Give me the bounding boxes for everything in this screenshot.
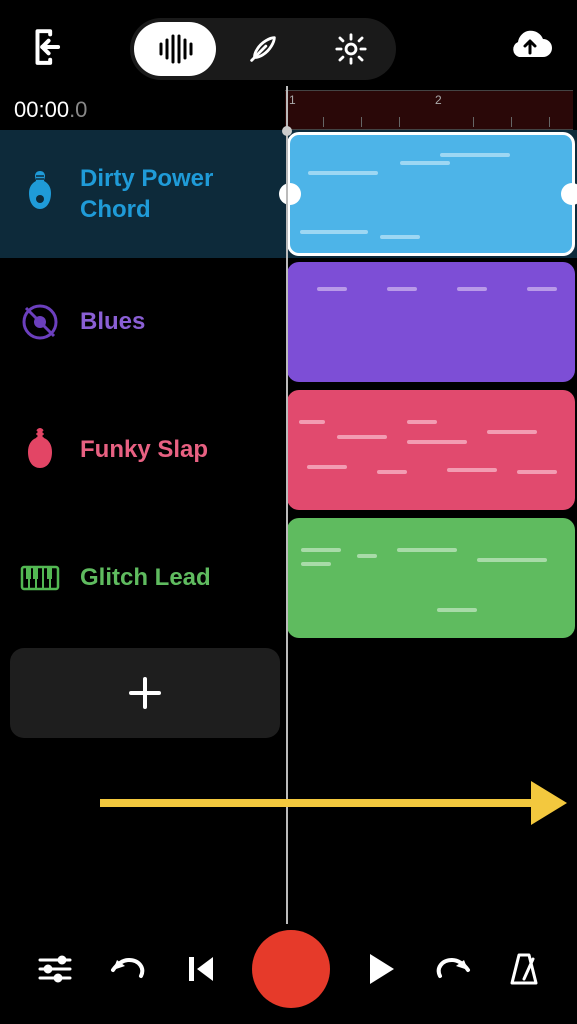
soundwave-icon (155, 34, 195, 64)
tab-settings[interactable] (310, 22, 392, 76)
exit-button[interactable] (24, 24, 70, 75)
track-row[interactable]: Funky Slap (0, 386, 577, 514)
play-icon (366, 952, 396, 986)
instrument-icon-drums (10, 302, 70, 342)
clip-handle-left[interactable] (279, 183, 301, 205)
transport-bar (0, 930, 577, 1008)
skip-back-button[interactable] (185, 953, 217, 985)
metronome-button[interactable] (507, 951, 541, 987)
skip-back-icon (185, 953, 217, 985)
playhead-handle[interactable] (282, 126, 292, 136)
feather-icon (246, 32, 280, 66)
instrument-icon-guitar (10, 169, 70, 219)
instrument-icon-bass (10, 426, 70, 474)
tab-soundwave[interactable] (134, 22, 216, 76)
audio-clip[interactable] (287, 518, 575, 638)
guitar-icon (23, 169, 57, 219)
ruler-marker: 1 (289, 93, 296, 107)
track-label: Blues (70, 306, 260, 337)
undo-icon (109, 954, 149, 984)
ruler-marker: 2 (435, 93, 442, 107)
record-button[interactable] (252, 930, 330, 1008)
bass-icon (25, 426, 55, 474)
top-toolbar (0, 0, 577, 90)
track-label: Funky Slap (70, 434, 260, 465)
track-label: Glitch Lead (70, 562, 260, 593)
upload-button[interactable] (507, 29, 553, 70)
timecode-frac: .0 (69, 97, 87, 122)
redo-button[interactable] (432, 954, 472, 984)
tab-lyrics[interactable] (222, 22, 304, 76)
undo-button[interactable] (109, 954, 149, 984)
metronome-icon (507, 951, 541, 987)
plus-icon (127, 675, 163, 711)
tracks-container: Dirty Power Chord Blues (0, 130, 577, 738)
track-label: Dirty Power Chord (70, 163, 260, 225)
audio-clip[interactable] (287, 132, 575, 256)
track-row[interactable]: Glitch Lead (0, 514, 577, 642)
timecode-display: 00:00.0 (0, 97, 87, 123)
sliders-icon (36, 952, 74, 986)
redo-icon (432, 954, 472, 984)
cloud-upload-icon (507, 29, 553, 65)
mode-tabs (130, 18, 396, 80)
audio-clip[interactable] (287, 390, 575, 510)
mixer-button[interactable] (36, 952, 74, 986)
audio-clip[interactable] (287, 262, 575, 382)
timecode-main: 00:00 (14, 97, 69, 122)
add-track-button[interactable] (10, 648, 280, 738)
clip-handle-right[interactable] (561, 183, 577, 205)
timeline-header: 00:00.0 1 2 (0, 90, 577, 130)
track-row[interactable]: Dirty Power Chord (0, 130, 577, 258)
play-button[interactable] (366, 952, 396, 986)
keyboard-icon (20, 563, 60, 593)
annotation-arrow (100, 788, 567, 818)
exit-icon (28, 28, 66, 66)
instrument-icon-keys (10, 563, 70, 593)
track-row[interactable]: Blues (0, 258, 577, 386)
ruler[interactable]: 1 2 (285, 90, 573, 130)
drums-icon (20, 302, 60, 342)
gear-icon (334, 32, 368, 66)
